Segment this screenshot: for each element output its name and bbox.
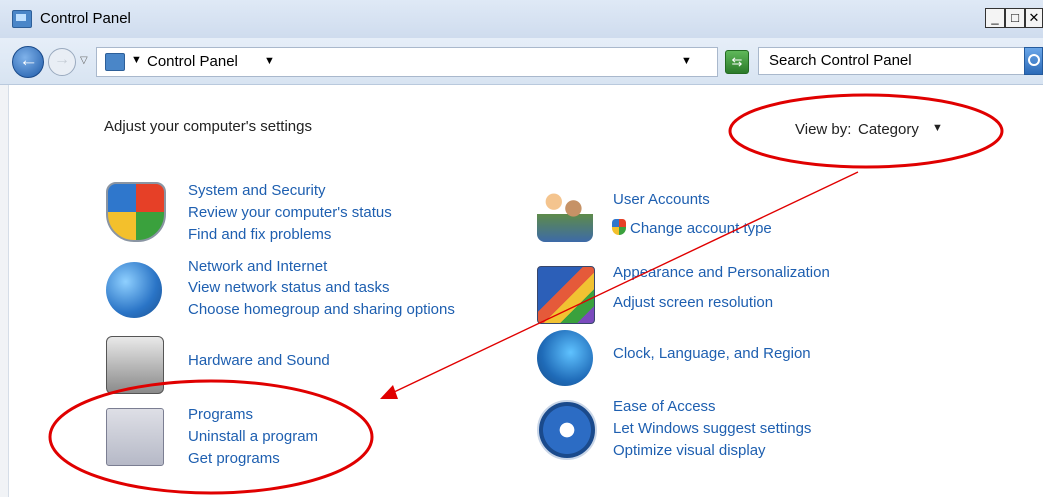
- address-history-dropdown[interactable]: ▼: [681, 55, 692, 67]
- breadcrumb-chevron-icon[interactable]: ▼: [131, 54, 142, 66]
- breadcrumb-control-panel[interactable]: Control Panel: [147, 53, 238, 70]
- link-adjust-screen-resolution[interactable]: Adjust screen resolution: [613, 294, 773, 311]
- link-review-computer-status[interactable]: Review your computer's status: [188, 204, 392, 221]
- back-button[interactable]: [12, 46, 44, 78]
- category-hardware-and-sound[interactable]: Hardware and Sound: [188, 352, 330, 369]
- refresh-button[interactable]: ⇆: [725, 50, 749, 74]
- link-find-and-fix-problems[interactable]: Find and fix problems: [188, 226, 331, 243]
- shield-icon[interactable]: [106, 182, 166, 242]
- clock-globe-icon[interactable]: [537, 330, 593, 386]
- network-globe-icon[interactable]: [106, 262, 162, 318]
- close-button[interactable]: ✕: [1025, 8, 1043, 28]
- programs-box-icon[interactable]: [106, 408, 164, 466]
- link-view-network-status[interactable]: View network status and tasks: [188, 279, 390, 296]
- recent-pages-dropdown[interactable]: ▽: [80, 55, 88, 66]
- category-clock-language-region[interactable]: Clock, Language, and Region: [613, 345, 811, 362]
- link-optimize-visual-display[interactable]: Optimize visual display: [613, 442, 766, 459]
- category-system-and-security[interactable]: System and Security: [188, 182, 326, 199]
- category-appearance-and-personalization[interactable]: Appearance and Personalization: [613, 264, 830, 281]
- page-heading: Adjust your computer's settings: [104, 118, 312, 135]
- printer-icon[interactable]: [106, 336, 164, 394]
- category-programs[interactable]: Programs: [188, 406, 253, 423]
- link-uninstall-program[interactable]: Uninstall a program: [188, 428, 318, 445]
- title-bar: Control Panel _ □ ✕: [0, 0, 1043, 38]
- breadcrumb-dropdown-icon[interactable]: ▼: [264, 55, 275, 67]
- link-change-account-type[interactable]: Change account type: [630, 220, 772, 237]
- window-title: Control Panel: [40, 10, 131, 27]
- search-input[interactable]: Search Control Panel: [758, 47, 1028, 75]
- uac-shield-icon: [612, 219, 626, 235]
- control-panel-icon: [105, 53, 125, 71]
- control-panel-icon: [12, 10, 32, 28]
- search-icon[interactable]: [1024, 47, 1043, 75]
- view-by-dropdown[interactable]: Category: [858, 121, 919, 138]
- minimize-button[interactable]: _: [985, 8, 1005, 28]
- address-bar[interactable]: ▼ Control Panel ▼ ▼: [96, 47, 718, 77]
- address-toolbar: ▽ ▼ Control Panel ▼ ▼ ⇆ Search Control P…: [0, 38, 1043, 85]
- link-homegroup-sharing[interactable]: Choose homegroup and sharing options: [188, 301, 455, 318]
- category-user-accounts[interactable]: User Accounts: [613, 191, 710, 208]
- link-get-programs[interactable]: Get programs: [188, 450, 280, 467]
- category-network-and-internet[interactable]: Network and Internet: [188, 258, 327, 275]
- chevron-down-icon[interactable]: ▼: [932, 122, 943, 134]
- maximize-button[interactable]: □: [1005, 8, 1025, 28]
- ease-of-access-icon[interactable]: [537, 400, 597, 460]
- category-ease-of-access[interactable]: Ease of Access: [613, 398, 716, 415]
- appearance-icon[interactable]: [537, 266, 595, 324]
- forward-button[interactable]: [48, 48, 76, 76]
- link-let-windows-suggest-settings[interactable]: Let Windows suggest settings: [613, 420, 811, 437]
- view-by-label: View by:: [795, 121, 852, 138]
- window-left-border: [0, 85, 9, 497]
- users-icon[interactable]: [537, 186, 593, 242]
